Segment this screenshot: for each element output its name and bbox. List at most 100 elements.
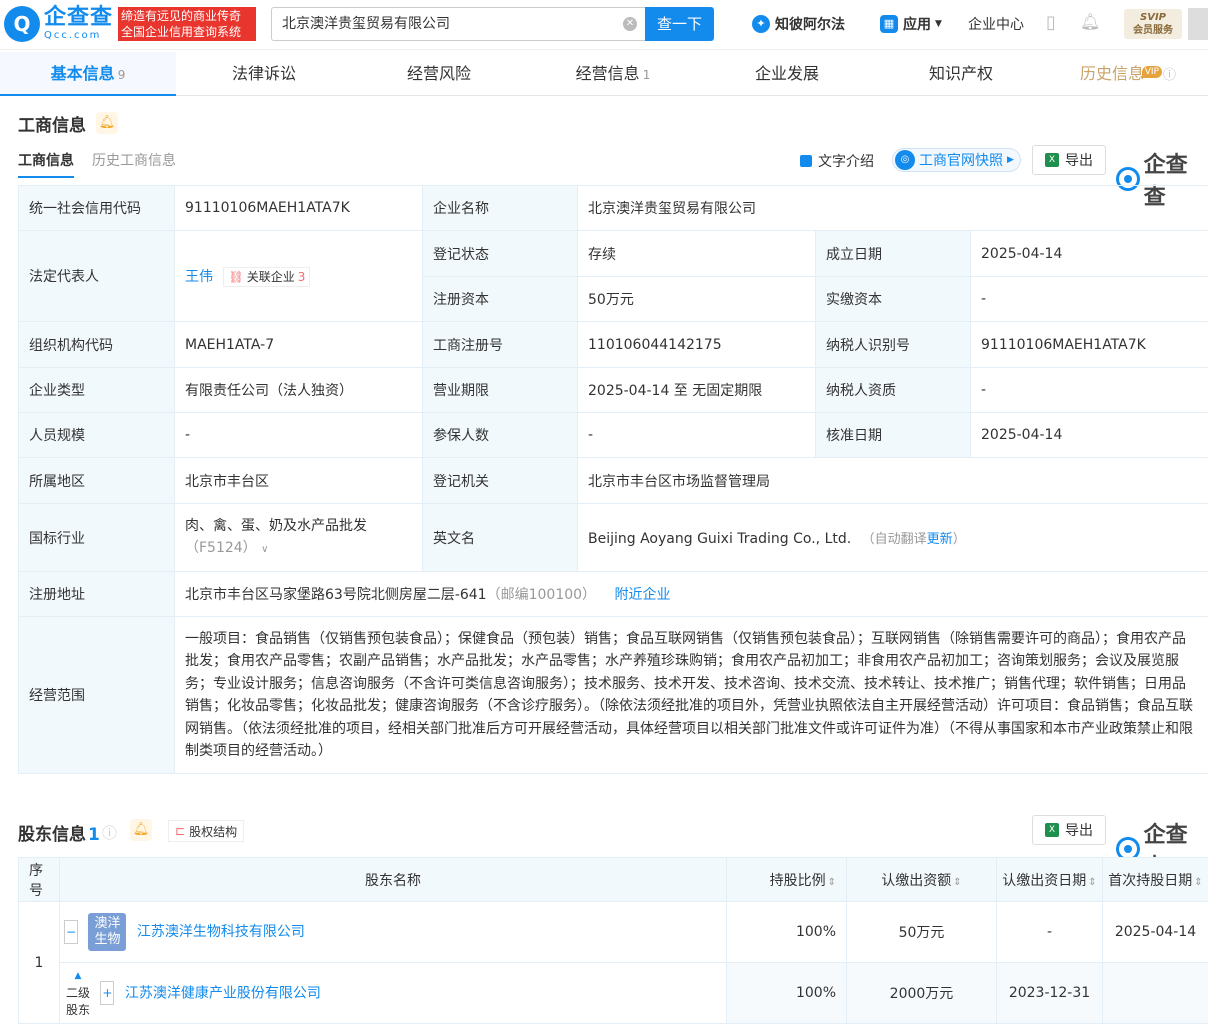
business-info-table: 统一社会信用代码 91110106MAEH1ATA7K 企业名称 北京澳洋贵玺贸… [18,185,1208,774]
label-reg-authority: 登记机关 [423,458,578,504]
label-org-code: 组织机构代码 [19,322,175,368]
second-level-amount: 2000万元 [847,963,997,1024]
tab-history[interactable]: 历史信息VIP ⓘ [1048,52,1208,96]
label-legal-rep: 法定代表人 [19,231,175,322]
label-reg-no: 工商注册号 [423,322,578,368]
grid-icon: ▦ [880,15,898,33]
chevron-right-icon: ▶ [1007,155,1014,165]
shareholder-date: - [997,902,1103,963]
vip-badge: VIP [1142,66,1162,78]
business-subtabs: 工商信息 历史工商信息 [18,150,194,178]
value-region: 北京市丰台区 [175,458,423,504]
avatar[interactable] [1188,8,1208,40]
sort-icon: ⇕ [828,877,836,888]
value-staff-size: - [175,413,423,458]
subtab-business-info[interactable]: 工商信息 [18,150,74,178]
snapshot-icon: ◎ [895,150,915,170]
label-address: 注册地址 [19,572,175,617]
label-company-type: 企业类型 [19,368,175,413]
notification-bell-icon[interactable]: 🔔︎ [1080,12,1100,31]
table-row-second-level: ▲ 二级 股东 + 江苏澳洋健康产业股份有限公司 100% 2000万元 202… [19,963,1208,1024]
shareholder-amount: 50万元 [847,902,997,963]
export-button[interactable]: X导出 [1032,145,1106,175]
tab-legal[interactable]: 法律诉讼 [176,52,352,96]
app-label: 应用 [903,14,931,34]
nearby-companies-link[interactable]: 附近企业 [615,587,671,603]
info-icon[interactable]: ⓘ [1163,68,1176,83]
zhibi-icon: ✦ [752,15,770,33]
label-region: 所属地区 [19,458,175,504]
label-company-name: 企业名称 [423,186,578,231]
label-industry: 国标行业 [19,504,175,572]
col-amount[interactable]: 认缴出资额⇕ [847,858,997,902]
link-icon: ⛓ [228,270,243,284]
tab-basic-info[interactable]: 基本信息9 [0,52,176,96]
doc-icon [800,155,812,167]
shareholder-first-date: 2025-04-14 [1103,902,1208,963]
tab-risk[interactable]: 经营风险 [352,52,526,96]
sort-icon: ⇕ [953,877,961,888]
main-tabs: 基本信息9 法律诉讼 经营风险 经营信息1 企业发展 知识产权 历史信息VIP … [0,52,1208,96]
update-translation-link[interactable]: 更新 [927,532,953,547]
subscribe-bell-icon[interactable]: 🔔︎ [96,112,118,134]
value-approval-date: 2025-04-14 [971,413,1208,458]
zhibi-link[interactable]: ✦ 知彼阿尔法 [752,14,845,34]
shareholders-table: 序号 股东名称 持股比例⇕ 认缴出资额⇕ 认缴出资日期⇕ 首次持股日期⇕ 1 −… [18,857,1208,1024]
shareholders-count: 1 [88,825,100,845]
address-zip: （邮编100100） [487,587,596,603]
sort-icon: ⇕ [1088,877,1096,888]
value-company-name: 北京澳洋贵玺贸易有限公司 [578,186,1208,231]
collapse-button[interactable]: − [64,920,78,944]
shareholder-name-link[interactable]: 江苏澳洋生物科技有限公司 [137,924,305,940]
value-industry: 肉、禽、蛋、奶及水产品批发 （F5124） ∨ [175,504,423,572]
expand-button[interactable]: + [100,981,114,1005]
value-insured-count: - [578,413,816,458]
subtab-history-business[interactable]: 历史工商信息 [92,150,176,178]
subscribe-bell-icon[interactable]: 🔔︎ [130,819,152,841]
site-logo[interactable]: Q 企查查 Qcc.com [4,6,113,42]
phone-icon[interactable]: ▯ [1046,12,1056,33]
app-menu[interactable]: ▦ 应用 ▼ [880,14,942,34]
col-shareholder-name: 股东名称 [60,858,727,902]
label-reg-capital: 注册资本 [423,277,578,322]
shareholder-ratio: 100% [727,902,847,963]
legal-rep-link[interactable]: 王伟 [185,269,213,285]
label-credit-code: 统一社会信用代码 [19,186,175,231]
value-legal-rep: 王伟 ⛓关联企业3 [175,231,423,322]
section-title-shareholders: 股东信息1 [18,820,100,845]
slogan-banner: 缔造有远见的商业传奇 全国企业信用查询系统 [118,7,256,41]
table-row: 1 − 澳洋生物 江苏澳洋生物科技有限公司 100% 50万元 - 2025-0… [19,902,1208,963]
second-level-name-link[interactable]: 江苏澳洋健康产业股份有限公司 [125,985,321,1001]
clear-icon[interactable]: ✕ [623,17,637,31]
enterprise-center-link[interactable]: 企业中心 [968,14,1024,34]
equity-structure-button[interactable]: ⊏股权结构 [168,820,244,842]
col-first-date[interactable]: 首次持股日期⇕ [1103,858,1208,902]
tab-ip[interactable]: 知识产权 [874,52,1048,96]
logo-text: 企查查 [44,7,113,29]
tab-development[interactable]: 企业发展 [700,52,874,96]
col-index: 序号 [19,858,60,902]
export-shareholders-button[interactable]: X导出 [1032,815,1106,845]
logo-domain: Qcc.com [44,31,113,41]
col-date[interactable]: 认缴出资日期⇕ [997,858,1103,902]
caret-up-icon: ▲ [64,968,92,985]
search-input[interactable]: 北京澳洋贵玺贸易有限公司 ✕ [271,7,645,41]
snapshot-button[interactable]: ◎工商官网快照▶ [892,148,1021,172]
value-english-name: Beijing Aoyang Guixi Trading Co., Ltd. （… [578,504,1208,572]
structure-icon: ⊏ [175,824,185,838]
search-button[interactable]: 查一下 [645,7,714,41]
row-index: 1 [19,902,60,1024]
svip-label: SVIP [1124,11,1182,24]
value-company-type: 有限责任公司（法人独资） [175,368,423,413]
tab-operation[interactable]: 经营信息1 [526,52,700,96]
help-icon[interactable]: ⓘ [102,822,117,843]
industry-code[interactable]: （F5124） ∨ [185,537,412,561]
col-ratio[interactable]: 持股比例⇕ [727,858,847,902]
value-org-code: MAEH1ATA-7 [175,322,423,368]
related-companies-tag[interactable]: ⛓关联企业3 [223,267,310,287]
label-tax-qualification: 纳税人资质 [816,368,971,413]
text-intro-button[interactable]: 文字介绍 [800,151,874,171]
label-business-term: 营业期限 [423,368,578,413]
svip-member-button[interactable]: SVIP 会员服务 [1124,9,1182,39]
value-reg-capital: 50万元 [578,277,816,322]
